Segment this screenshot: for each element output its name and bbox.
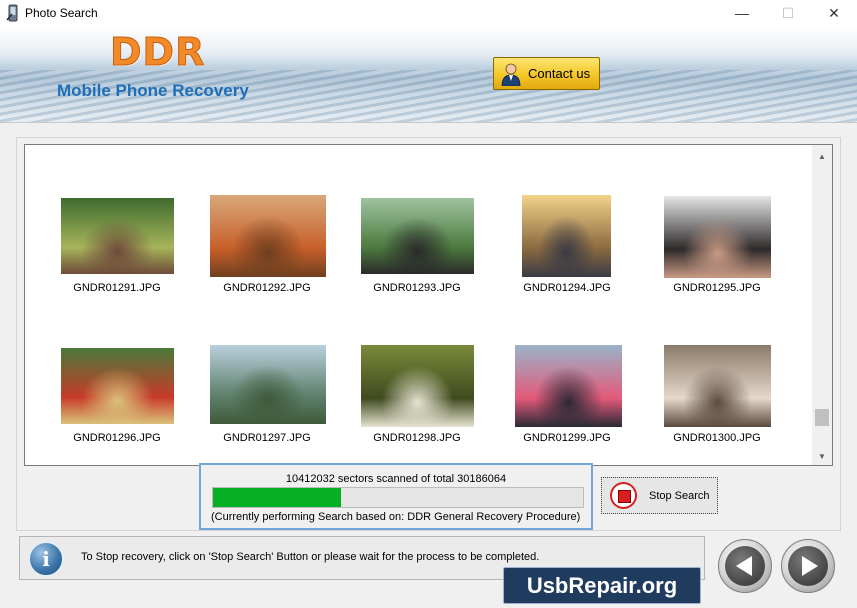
title-bar: Photo Search — ☐ ✕ xyxy=(0,0,857,26)
header-banner: DDR Mobile Phone Recovery Contact us xyxy=(0,26,857,122)
photo-thumbnail[interactable] xyxy=(61,198,174,274)
header-divider xyxy=(0,122,857,123)
stop-icon xyxy=(610,482,637,509)
thumbnail-filename: GNDR01296.JPG xyxy=(73,432,161,444)
photo-thumbnail[interactable] xyxy=(664,345,771,427)
maximize-button[interactable]: ☐ xyxy=(765,0,811,26)
thumbnail-filename: GNDR01294.JPG xyxy=(523,282,611,294)
thumbnail-filename: GNDR01295.JPG xyxy=(673,282,761,294)
info-icon: i xyxy=(28,541,64,577)
thumbnail-filename: GNDR01299.JPG xyxy=(523,432,611,444)
photo-thumbnail[interactable] xyxy=(664,196,771,278)
thumbnail-filename: GNDR01292.JPG xyxy=(223,282,311,294)
window-title: Photo Search xyxy=(25,6,98,20)
brand-logo: DDR xyxy=(109,30,206,75)
sectors-scanned-text: 10412032 sectors scanned of total 301860… xyxy=(285,473,507,485)
photo-thumbnail[interactable] xyxy=(361,198,474,274)
photo-thumbnail[interactable] xyxy=(361,345,474,427)
photo-thumbnail[interactable] xyxy=(522,195,611,277)
scroll-down-icon[interactable]: ▼ xyxy=(812,447,832,465)
progress-group: 10412032 sectors scanned of total 301860… xyxy=(199,463,593,530)
product-subtitle: Mobile Phone Recovery xyxy=(57,81,249,100)
thumbnail-filename: GNDR01300.JPG xyxy=(673,432,761,444)
thumbnail-filename: GNDR01298.JPG xyxy=(373,432,461,444)
progress-fill xyxy=(213,488,341,507)
minimize-button[interactable]: — xyxy=(719,0,765,26)
close-button[interactable]: ✕ xyxy=(811,0,857,26)
contact-us-label: Contact us xyxy=(528,66,591,81)
next-button[interactable] xyxy=(781,539,835,593)
thumbnail-filename: GNDR01293.JPG xyxy=(373,282,461,294)
contact-us-button[interactable]: Contact us xyxy=(493,57,600,90)
arrow-left-icon xyxy=(736,556,752,576)
scroll-up-icon[interactable]: ▲ xyxy=(812,147,832,165)
photo-thumbnail[interactable] xyxy=(515,345,622,427)
thumbnail-filename: GNDR01291.JPG xyxy=(73,282,161,294)
watermark-badge: UsbRepair.org xyxy=(503,567,701,604)
back-button[interactable] xyxy=(718,539,772,593)
photo-thumbnail[interactable] xyxy=(61,348,174,424)
info-message: To Stop recovery, click on 'Stop Search'… xyxy=(81,551,540,563)
progress-bar xyxy=(212,487,584,508)
arrow-right-icon xyxy=(802,556,818,576)
scrollbar-thumb[interactable] xyxy=(815,409,829,426)
stop-search-button[interactable]: Stop Search xyxy=(601,477,718,514)
photo-thumbnail[interactable] xyxy=(210,345,326,424)
stop-search-label: Stop Search xyxy=(649,490,710,502)
vertical-scrollbar[interactable]: ▲ ▼ xyxy=(812,145,832,465)
person-icon xyxy=(501,63,521,86)
procedure-note: (Currently performing Search based on: D… xyxy=(211,511,581,523)
thumbnail-filename: GNDR01297.JPG xyxy=(223,432,311,444)
results-grid[interactable]: GNDR01291.JPG GNDR01292.JPG GNDR01293.JPG G… xyxy=(24,144,833,466)
photo-thumbnail[interactable] xyxy=(210,195,326,277)
phone-icon xyxy=(6,4,18,22)
